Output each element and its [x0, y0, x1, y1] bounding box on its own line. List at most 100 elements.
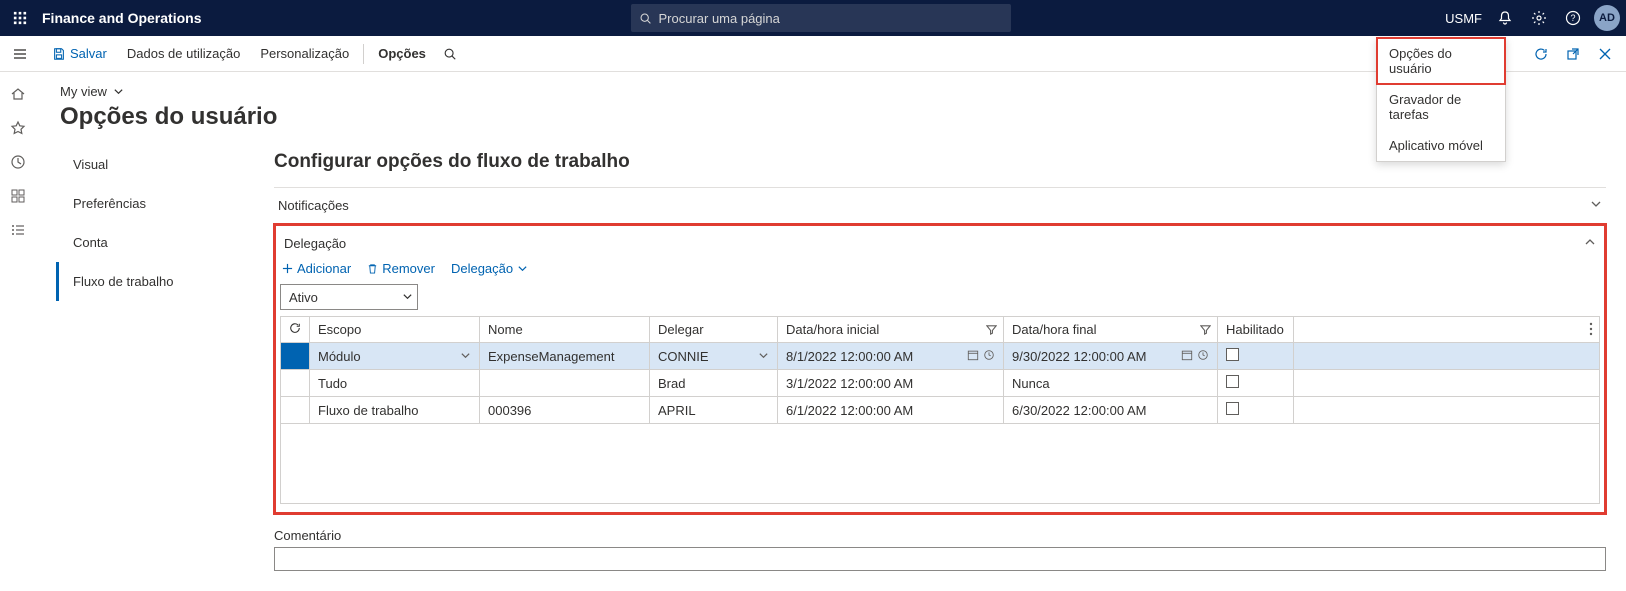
cell-enabled[interactable] — [1218, 343, 1294, 370]
options-tab[interactable]: Opções — [368, 36, 436, 71]
table-row[interactable]: Tudo Brad3/1/2022 12:00:00 AMNunca — [281, 370, 1600, 397]
cell-name[interactable]: 000396 — [480, 397, 650, 424]
menu-item-task-recorder[interactable]: Gravador de tarefas — [1377, 84, 1505, 130]
save-button[interactable]: Salvar — [42, 36, 117, 71]
cell-start[interactable]: 6/1/2022 12:00:00 AM — [778, 397, 1004, 424]
cell-scope[interactable]: Tudo — [310, 370, 480, 397]
row-selector[interactable] — [281, 343, 310, 370]
cell-start[interactable]: 8/1/2022 12:00:00 AM — [778, 343, 1004, 370]
trash-icon — [367, 263, 378, 274]
nav-recent-icon[interactable] — [8, 152, 28, 172]
refresh-column-button[interactable] — [281, 317, 310, 343]
notifications-header[interactable]: Notificações — [274, 188, 1606, 223]
global-header: Finance and Operations Procurar uma pági… — [0, 0, 1626, 36]
add-button[interactable]: Adicionar — [282, 261, 351, 276]
delegation-section: Delegação Adicionar Remover — [274, 224, 1606, 514]
menu-item-user-options[interactable]: Opções do usuário — [1377, 38, 1505, 84]
cell-end[interactable]: 9/30/2022 12:00:00 AM — [1004, 343, 1218, 370]
cell-end[interactable]: 6/30/2022 12:00:00 AM — [1004, 397, 1218, 424]
col-name[interactable]: Nome — [480, 317, 650, 343]
chevron-up-icon — [1584, 236, 1596, 251]
search-placeholder: Procurar uma página — [658, 11, 779, 26]
col-start[interactable]: Data/hora inicial — [778, 317, 1004, 343]
user-avatar[interactable]: AD — [1594, 5, 1620, 31]
search-icon — [639, 12, 652, 25]
sidenav-workflow[interactable]: Fluxo de trabalho — [56, 262, 256, 301]
col-end[interactable]: Data/hora final — [1004, 317, 1218, 343]
calendar-icon[interactable] — [967, 349, 979, 361]
plus-icon — [282, 263, 293, 274]
cell-start[interactable]: 3/1/2022 12:00:00 AM — [778, 370, 1004, 397]
delegation-grid: Escopo Nome Delegar Data/hora inicial Da… — [280, 316, 1600, 504]
cell-delegate[interactable]: CONNIE — [650, 343, 778, 370]
nav-home-icon[interactable] — [8, 84, 28, 104]
save-icon — [52, 47, 66, 61]
nav-workspaces-icon[interactable] — [8, 186, 28, 206]
chevron-down-icon[interactable] — [758, 349, 769, 364]
filter-icon[interactable] — [986, 323, 997, 338]
notifications-button[interactable] — [1488, 1, 1522, 35]
app-launcher-icon[interactable] — [6, 4, 34, 32]
chevron-down-icon — [1590, 198, 1602, 213]
company-picker[interactable]: USMF — [1439, 11, 1488, 26]
table-row[interactable]: MóduloExpenseManagementCONNIE8/1/2022 12… — [281, 343, 1600, 370]
product-brand: Finance and Operations — [42, 10, 201, 26]
cell-name[interactable]: ExpenseManagement — [480, 343, 650, 370]
chevron-down-icon[interactable] — [460, 349, 471, 364]
find-button[interactable] — [436, 47, 464, 61]
clock-icon[interactable] — [1197, 349, 1209, 361]
help-button[interactable] — [1556, 1, 1590, 35]
menu-item-mobile-app[interactable]: Aplicativo móvel — [1377, 130, 1505, 161]
settings-button[interactable] — [1522, 1, 1556, 35]
empty-rows — [281, 424, 1600, 504]
divider — [363, 44, 364, 64]
cell-end[interactable]: Nunca — [1004, 370, 1218, 397]
col-enabled[interactable]: Habilitado — [1218, 317, 1294, 343]
left-nav-rail — [0, 72, 36, 591]
popout-button[interactable] — [1560, 41, 1586, 67]
calendar-icon[interactable] — [1181, 349, 1193, 361]
data-usage-tab[interactable]: Dados de utilização — [117, 36, 250, 71]
more-icon[interactable] — [1589, 322, 1593, 339]
filter-icon[interactable] — [1200, 323, 1211, 338]
delegation-dropdown[interactable]: Delegação — [451, 261, 528, 276]
view-picker[interactable]: My view — [60, 84, 1606, 99]
cell-pad — [1294, 370, 1600, 397]
global-search[interactable]: Procurar uma página — [631, 4, 1011, 32]
cell-name[interactable] — [480, 370, 650, 397]
page-title: Opções do usuário — [60, 103, 1606, 131]
cell-delegate[interactable]: APRIL — [650, 397, 778, 424]
sidenav-visual[interactable]: Visual — [56, 145, 256, 184]
action-pane: Salvar Dados de utilização Personalizaçã… — [0, 36, 1626, 72]
cell-delegate[interactable]: Brad — [650, 370, 778, 397]
close-button[interactable] — [1592, 41, 1618, 67]
comment-input[interactable] — [274, 547, 1606, 571]
cell-scope[interactable]: Fluxo de trabalho — [310, 397, 480, 424]
cell-enabled[interactable] — [1218, 370, 1294, 397]
sidenav-preferences[interactable]: Preferências — [56, 184, 256, 223]
sidenav-account[interactable]: Conta — [56, 223, 256, 262]
clock-icon[interactable] — [983, 349, 995, 361]
col-overflow[interactable] — [1294, 317, 1600, 343]
checkbox[interactable] — [1226, 348, 1239, 361]
status-filter-select[interactable]: Ativo — [280, 284, 418, 310]
checkbox[interactable] — [1226, 402, 1239, 415]
settings-side-nav: Visual Preferências Conta Fluxo de traba… — [56, 145, 256, 571]
checkbox[interactable] — [1226, 375, 1239, 388]
col-scope[interactable]: Escopo — [310, 317, 480, 343]
row-selector[interactable] — [281, 397, 310, 424]
col-delegate[interactable]: Delegar — [650, 317, 778, 343]
personalize-tab[interactable]: Personalização — [250, 36, 359, 71]
nav-favorites-icon[interactable] — [8, 118, 28, 138]
cell-pad — [1294, 343, 1600, 370]
delegation-header[interactable]: Delegação — [280, 228, 1600, 257]
row-selector[interactable] — [281, 370, 310, 397]
remove-button[interactable]: Remover — [367, 261, 435, 276]
chevron-down-icon — [402, 290, 413, 305]
nav-modules-icon[interactable] — [8, 220, 28, 240]
cell-enabled[interactable] — [1218, 397, 1294, 424]
cell-scope[interactable]: Módulo — [310, 343, 480, 370]
table-row[interactable]: Fluxo de trabalho000396APRIL6/1/2022 12:… — [281, 397, 1600, 424]
refresh-button[interactable] — [1528, 41, 1554, 67]
nav-menu-toggle[interactable] — [8, 42, 32, 66]
